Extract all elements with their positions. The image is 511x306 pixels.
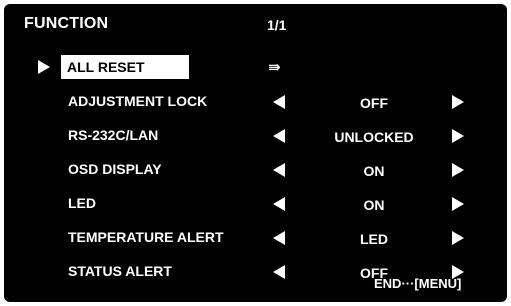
left-arrow-icon[interactable] [273,95,285,109]
left-arrow-icon[interactable] [273,231,285,245]
menu-item-label: STATUS ALERT [68,263,172,279]
menu-item-value: OFF [360,95,388,111]
right-arrow-icon[interactable] [452,231,464,245]
right-arrow-icon[interactable] [452,197,464,211]
menu-item-label: RS-232C/LAN [68,127,159,143]
menu-item-led[interactable]: LED ON [4,188,507,218]
selection-cursor-icon [38,60,50,74]
menu-item-label: ALL RESET [61,55,189,79]
menu-item-temperature-alert[interactable]: TEMPERATURE ALERT LED [4,222,507,252]
right-arrow-icon[interactable] [452,163,464,177]
menu-item-value: LED [360,231,388,247]
end-menu-hint: END···[MENU] [374,276,462,291]
right-arrow-icon[interactable] [452,129,464,143]
left-arrow-icon[interactable] [273,129,285,143]
menu-title: FUNCTION [24,15,109,32]
menu-item-value: ON [363,163,385,179]
right-arrow-icon[interactable] [452,95,464,109]
menu-item-osd-display[interactable]: OSD DISPLAY ON [4,154,507,184]
left-arrow-icon[interactable] [273,265,285,279]
left-arrow-icon[interactable] [273,197,285,211]
osd-menu-screen: FUNCTION 1/1 ALL RESET ⇛ ADJUSTMENT LOCK… [4,4,507,302]
menu-item-label: OSD DISPLAY [68,161,162,177]
menu-item-label: LED [68,195,96,211]
left-arrow-icon[interactable] [273,163,285,177]
submenu-arrow-icon: ⇛ [268,59,281,76]
page-indicator: 1/1 [267,17,287,33]
menu-item-all-reset[interactable]: ALL RESET ⇛ [4,52,507,82]
menu-item-label: ADJUSTMENT LOCK [68,93,208,109]
menu-item-label: TEMPERATURE ALERT [68,229,224,245]
menu-item-rs232c-lan[interactable]: RS-232C/LAN UNLOCKED [4,120,507,150]
menu-item-value: UNLOCKED [334,129,414,145]
menu-item-value: ON [363,197,385,213]
menu-item-adjustment-lock[interactable]: ADJUSTMENT LOCK OFF [4,86,507,116]
